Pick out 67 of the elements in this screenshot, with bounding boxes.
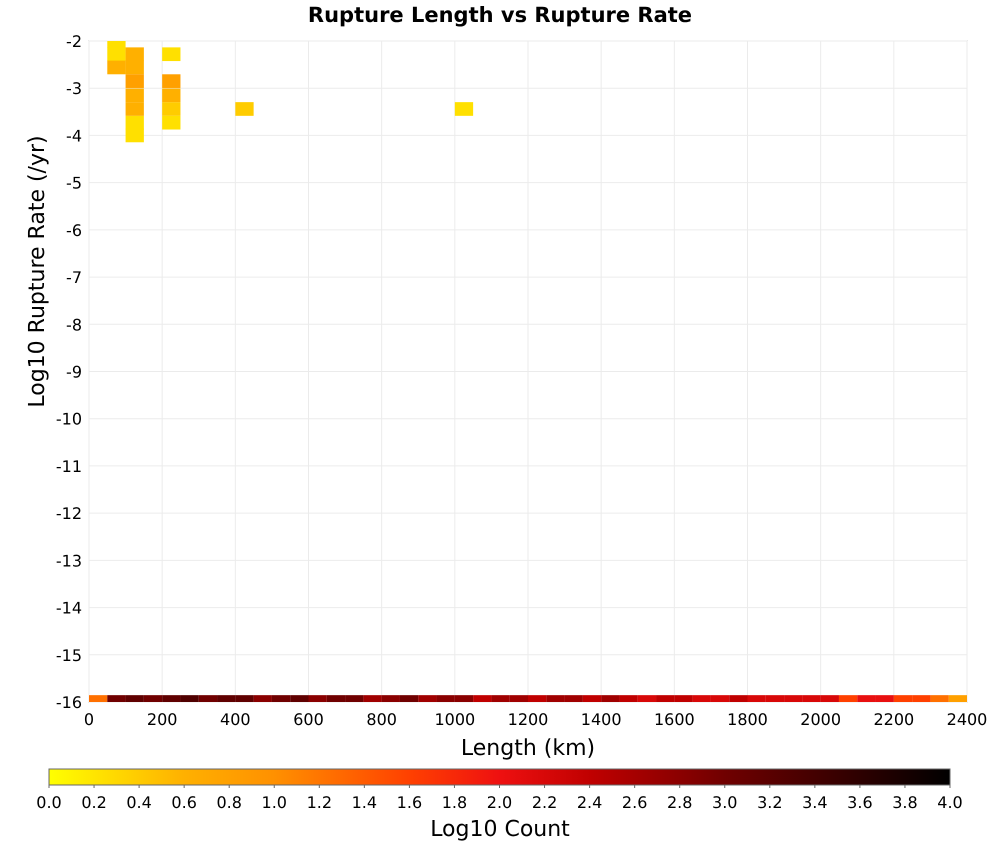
heatmap-cell	[162, 102, 180, 116]
color-scale-tick-label: 4.0	[937, 793, 963, 812]
heatmap-cell	[126, 47, 144, 62]
heatmap-cell	[235, 102, 254, 116]
y-tick-label: -14	[56, 598, 82, 618]
color-scale-tick-label: 1.8	[442, 793, 468, 812]
heatmap-cell	[162, 88, 180, 102]
y-tick-label: -5	[66, 174, 82, 193]
color-scale-tick-label: 3.4	[802, 793, 828, 812]
heatmap-cell	[162, 74, 180, 88]
heatmap-cell	[162, 116, 180, 130]
x-tick-label: 1400	[580, 710, 622, 729]
color-scale-tick-label: 3.8	[892, 793, 918, 812]
y-tick-label: -2	[66, 32, 82, 51]
color-scale-label: Log10 Count	[430, 817, 570, 842]
y-tick-label: -8	[66, 315, 82, 334]
color-scale-tick-label: 1.4	[352, 793, 378, 812]
y-tick-label: -11	[56, 456, 82, 476]
x-tick-label: 800	[366, 710, 397, 729]
heatmap-cell	[126, 74, 144, 88]
color-scale-tick-label: 0.6	[171, 793, 197, 812]
color-scale-tick-label: 1.2	[306, 793, 332, 812]
x-tick-label: 400	[220, 710, 251, 729]
color-scale-tick-label: 3.2	[757, 793, 783, 812]
heatmap-cell	[126, 128, 144, 142]
x-tick-label: 2400	[946, 710, 988, 729]
color-scale-tick-label: 0.8	[216, 793, 242, 812]
y-tick-label: -13	[56, 551, 82, 570]
color-scale-tick-label: 1.6	[396, 793, 422, 812]
color-scale-tick-label: 2.6	[622, 793, 648, 812]
color-scale-tick-label: 0.2	[81, 793, 107, 812]
heatmap-cell	[126, 60, 144, 74]
heatmap-cell	[126, 88, 144, 102]
x-tick-label: 200	[146, 710, 178, 729]
x-tick-label: 1800	[727, 710, 768, 729]
x-tick-label: 0	[84, 710, 94, 729]
y-tick-label: -3	[66, 79, 82, 98]
color-scale-tick-label: 2.2	[532, 793, 558, 812]
y-axis-label: Log10 Rupture Rate (/yr)	[25, 135, 50, 408]
x-axis-label: Length (km)	[460, 736, 596, 761]
heatmap-cell	[454, 102, 474, 116]
color-scale-tick-label: 3.6	[847, 793, 873, 812]
chart-title: Rupture Length vs Rupture Rate	[308, 3, 692, 27]
y-tick-label: -12	[56, 504, 82, 524]
x-tick-label: 600	[293, 710, 324, 729]
y-tick-label: -15	[56, 646, 82, 665]
y-tick-label: -9	[66, 362, 82, 382]
color-scale-tick-label: 3.0	[712, 793, 738, 812]
y-tick-label: -10	[56, 410, 82, 429]
x-tick-label: 2200	[873, 710, 914, 729]
y-tick-label: -4	[66, 126, 82, 146]
x-tick-label: 1000	[434, 710, 476, 729]
color-scale-tick-label: 1.0	[262, 793, 287, 812]
color-scale-tick-label: 0.4	[126, 793, 152, 812]
y-tick-label: -16	[56, 693, 82, 712]
heatmap-cell	[162, 47, 180, 62]
y-tick-label: -7	[66, 268, 82, 288]
y-tick-label: -6	[66, 220, 82, 240]
heatmap-cell	[107, 60, 126, 74]
color-scale-tick-label: 2.8	[666, 793, 692, 812]
color-scale-tick-label: 0.0	[36, 793, 62, 812]
color-scale-tick-label: 2.4	[576, 793, 602, 812]
x-tick-label: 1600	[654, 710, 695, 729]
color-scale-tick-label: 2.0	[486, 793, 512, 812]
x-tick-label: 2000	[800, 710, 842, 729]
heatmap-cell	[126, 102, 144, 116]
x-tick-label: 1200	[508, 710, 548, 729]
